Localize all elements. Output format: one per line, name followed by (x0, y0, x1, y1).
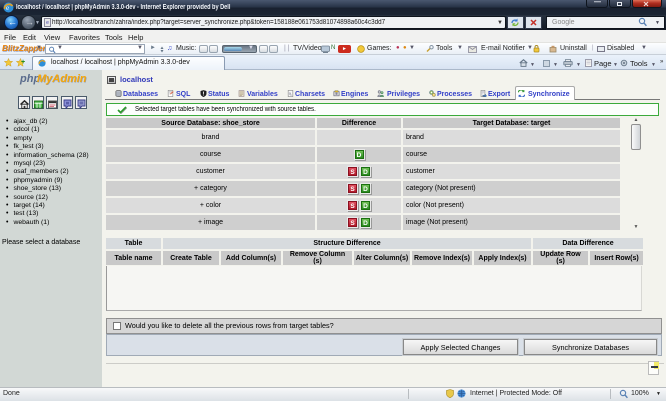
svg-text:e: e (6, 4, 9, 12)
svg-text:b: b (291, 93, 293, 97)
